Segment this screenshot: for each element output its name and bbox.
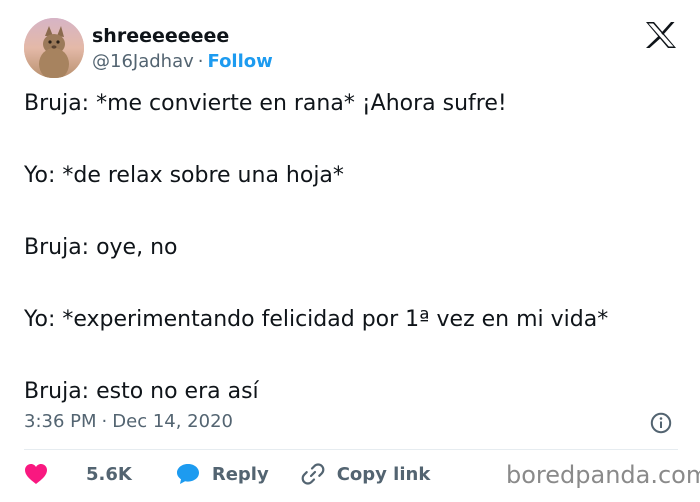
like-button[interactable] <box>24 463 48 485</box>
tweet-line: Bruja: esto no era así <box>24 379 259 404</box>
link-icon <box>301 463 325 485</box>
heart-icon <box>25 464 47 484</box>
speech-bubble-icon <box>176 464 199 484</box>
tweet-line: Yo: *experimentando felicidad por 1ª vez… <box>24 307 609 332</box>
info-icon[interactable] <box>650 412 672 434</box>
copy-link-label: Copy link <box>336 463 431 485</box>
watermark: boredpanda.com <box>506 461 700 489</box>
copy-link-button[interactable]: Copy link <box>301 462 431 486</box>
x-logo-icon[interactable] <box>644 20 678 50</box>
user-handle[interactable]: @16Jadhav <box>92 51 194 72</box>
avatar[interactable] <box>24 18 84 78</box>
follow-button[interactable]: Follow <box>208 51 273 72</box>
display-name[interactable]: shreeeeeeee <box>92 24 229 48</box>
separator-dot: · <box>101 411 108 432</box>
tweet-timestamp[interactable]: 3:36 PM · Dec 14, 2020 <box>24 410 233 434</box>
tweet-date: Dec 14, 2020 <box>112 411 233 432</box>
cat-avatar-image <box>24 18 84 78</box>
tweet-line: Bruja: *me convierte en rana* ¡Ahora suf… <box>24 91 507 116</box>
like-count[interactable]: 5.6K <box>86 464 132 485</box>
tweet-time: 3:36 PM <box>24 411 97 432</box>
reply-button[interactable]: Reply <box>176 463 269 485</box>
separator-dot: · <box>197 51 204 72</box>
tweet-line: Bruja: oye, no <box>24 235 178 260</box>
handle-row: @16Jadhav · Follow <box>92 50 273 74</box>
tweet-line: Yo: *de relax sobre una hoja* <box>24 163 344 188</box>
reply-label: Reply <box>211 463 269 485</box>
tweet-text: Bruja: *me convierte en rana* ¡Ahora suf… <box>24 86 684 410</box>
divider <box>24 449 678 450</box>
action-bar: 5.6K Reply Copy link <box>24 460 430 488</box>
